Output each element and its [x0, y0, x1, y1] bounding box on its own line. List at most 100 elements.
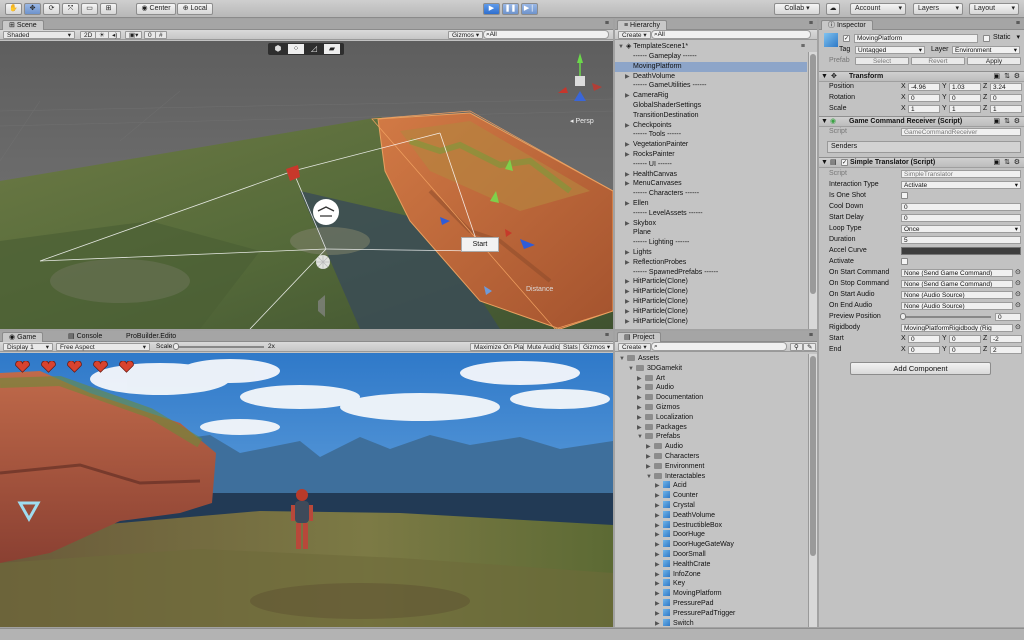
project-item[interactable]: ▶ DeathVolume	[615, 510, 807, 521]
project-item[interactable]: ▶ Localization	[615, 413, 807, 423]
st-start-z-field[interactable]: -2	[990, 335, 1022, 343]
expand-arrow-icon[interactable]: ▶	[625, 199, 633, 209]
hierarchy-item[interactable]: ▶ ReflectionProbes	[615, 258, 807, 268]
object-picker-icon[interactable]: ⊙	[1015, 290, 1021, 299]
panel-menu-icon[interactable]: ≡	[809, 19, 813, 28]
expand-arrow-icon[interactable]: ▶	[625, 317, 633, 327]
prefab-revert-button[interactable]: Revert	[911, 57, 965, 65]
hierarchy-item[interactable]: ▶ CameraRig	[615, 91, 807, 101]
transform-z-field[interactable]: 0	[990, 94, 1022, 102]
hierarchy-item[interactable]: ▶ DeathVolume	[615, 72, 807, 82]
project-create-dropdown[interactable]: Create ▾	[618, 343, 651, 351]
st-row-field[interactable]: None (Audio Source)	[901, 302, 1013, 310]
layers-dropdown[interactable]: Layers ▾	[913, 3, 963, 15]
scene-gizmos-dropdown[interactable]: Gizmos ▾	[448, 31, 484, 39]
scene-root-row[interactable]: ▼ ◈ TemplateScene1* ≡	[615, 41, 807, 52]
st-row-field[interactable]: MovingPlatformRigidbody (Rig	[901, 324, 1013, 332]
hierarchy-item[interactable]: ------ LevelAssets ------	[615, 209, 807, 219]
expand-arrow-icon[interactable]: ▶	[625, 121, 633, 131]
scale-tool-icon[interactable]: ⤧	[62, 3, 79, 15]
hierarchy-create-dropdown[interactable]: Create ▾	[618, 31, 651, 39]
expand-arrow-icon[interactable]: ▶	[637, 374, 645, 384]
hierarchy-item[interactable]: ▶ HitParticle(Clone)	[615, 317, 807, 327]
expand-arrow-icon[interactable]: ▶	[655, 560, 663, 570]
project-scrollbar[interactable]	[808, 354, 817, 627]
layout-dropdown[interactable]: Layout ▾	[969, 3, 1019, 15]
static-dropdown-icon[interactable]: ▾	[1016, 33, 1020, 42]
expand-arrow-icon[interactable]: ▼	[637, 432, 645, 442]
hierarchy-item[interactable]: ▶ HitParticle(Clone)	[615, 277, 807, 287]
expand-arrow-icon[interactable]: ▼	[619, 354, 627, 364]
scale-slider-thumb[interactable]	[173, 343, 179, 350]
project-item[interactable]: ▶ DestructibleBox	[615, 520, 807, 531]
effects-icon[interactable]: ▣▾	[125, 31, 143, 39]
hierarchy-item[interactable]: MovingPlatform	[615, 61, 807, 72]
object-picker-icon[interactable]: ⊙	[1015, 323, 1021, 332]
expand-arrow-icon[interactable]: ▶	[655, 501, 663, 511]
expand-arrow-icon[interactable]: ▶	[625, 248, 633, 258]
project-item[interactable]: ▶ PressurePadTrigger	[615, 608, 807, 619]
tab-project[interactable]: ▤ Project	[617, 332, 662, 342]
game-gizmos-dropdown[interactable]: Gizmos ▾	[579, 343, 613, 351]
prefab-apply-button[interactable]: Apply	[967, 57, 1021, 65]
help-icon[interactable]: ▣	[993, 158, 1000, 167]
expand-arrow-icon[interactable]: ▶	[637, 403, 645, 413]
active-checkbox[interactable]: ✓	[843, 35, 850, 42]
preview-position-thumb[interactable]	[900, 313, 906, 320]
hierarchy-item[interactable]: ▶ HitParticle(Clone)	[615, 297, 807, 307]
transform-tool-icon[interactable]: ⊞	[100, 3, 117, 15]
scene-search-input[interactable]: ⌕All	[483, 30, 609, 39]
st-header[interactable]: ▼ ▤ ✓ Simple Translator (Script) ▣ ⇅ ⚙	[819, 157, 1024, 168]
mute-audio-toggle[interactable]: Mute Audio	[523, 343, 564, 351]
hierarchy-item[interactable]: ------ Characters ------	[615, 189, 807, 199]
st-row-field[interactable]: None (Send Game Command)	[901, 269, 1013, 277]
tab-probuilder[interactable]: ProBuilder.Edito	[120, 332, 182, 342]
aspect-dropdown[interactable]: Free Aspect ▾	[56, 343, 150, 351]
expand-arrow-icon[interactable]: ▶	[625, 277, 633, 287]
st-end-z-field[interactable]: 2	[990, 346, 1022, 354]
project-item[interactable]: ▶ Crystal	[615, 501, 807, 511]
mode-2d-toggle[interactable]: 2D	[80, 31, 97, 39]
transform-y-field[interactable]: 0	[949, 94, 981, 102]
panel-menu-icon[interactable]: ≡	[605, 331, 609, 340]
hierarchy-item[interactable]: ▶ Checkpoints	[615, 121, 807, 131]
tag-dropdown[interactable]: Untagged ▾	[855, 46, 925, 54]
transform-header[interactable]: ▼ ✥ Transform ▣ ⇅ ⚙	[819, 71, 1024, 82]
expand-arrow-icon[interactable]: ▶	[655, 511, 663, 521]
scene-menu-icon[interactable]: ≡	[801, 41, 805, 52]
space-local-button[interactable]: ⊕ Local	[177, 3, 213, 15]
project-item[interactable]: ▶ Switch	[615, 618, 807, 627]
transform-z-field[interactable]: 3.24	[990, 83, 1022, 91]
hierarchy-item[interactable]: ------ Tools ------	[615, 130, 807, 140]
preview-position-slider[interactable]	[900, 313, 991, 320]
project-item[interactable]: ▶ PressurePad	[615, 599, 807, 609]
object-picker-icon[interactable]: ⊙	[1015, 279, 1021, 288]
st-start-y-field[interactable]: 0	[949, 335, 981, 343]
st-row-field[interactable]: None (Audio Source)	[901, 291, 1013, 299]
transform-x-field[interactable]: -4.96	[908, 83, 940, 91]
expand-arrow-icon[interactable]: ▶	[625, 307, 633, 317]
expand-arrow-icon[interactable]: ▶	[637, 413, 645, 423]
panel-menu-icon[interactable]: ≡	[605, 19, 609, 28]
st-row-field[interactable]: 0	[901, 203, 1021, 211]
project-item[interactable]: ▶ Key	[615, 579, 807, 589]
project-item[interactable]: ▶ Acid	[615, 481, 807, 491]
maximize-on-play-toggle[interactable]: Maximize On Play	[470, 343, 531, 351]
tab-console[interactable]: ▤ Console	[62, 332, 108, 342]
expand-arrow-icon[interactable]: ▶	[625, 219, 633, 229]
component-gear-icon[interactable]: ⚙	[1014, 158, 1020, 167]
st-row-checkbox[interactable]	[901, 192, 908, 199]
preset-icon[interactable]: ⇅	[1004, 117, 1010, 126]
hierarchy-item[interactable]: ▶ Lights	[615, 248, 807, 258]
st-end-y-field[interactable]: 0	[949, 346, 981, 354]
start-button[interactable]: Start	[461, 237, 499, 252]
project-item[interactable]: ▶ Packages	[615, 423, 807, 433]
scene-viewport[interactable]: ⬢ ⁘ ◿ ▰ ◂ Persp Start Distance	[0, 41, 613, 329]
project-item[interactable]: ▶ Characters	[615, 452, 807, 462]
expand-arrow-icon[interactable]: ▶	[625, 287, 633, 297]
expand-arrow-icon[interactable]: ▶	[655, 579, 663, 589]
tab-hierarchy[interactable]: ≡ Hierarchy	[617, 20, 667, 30]
transform-z-field[interactable]: 1	[990, 105, 1022, 113]
face-icon[interactable]: ▰	[324, 44, 340, 54]
prefab-select-button[interactable]: Select	[855, 57, 909, 65]
